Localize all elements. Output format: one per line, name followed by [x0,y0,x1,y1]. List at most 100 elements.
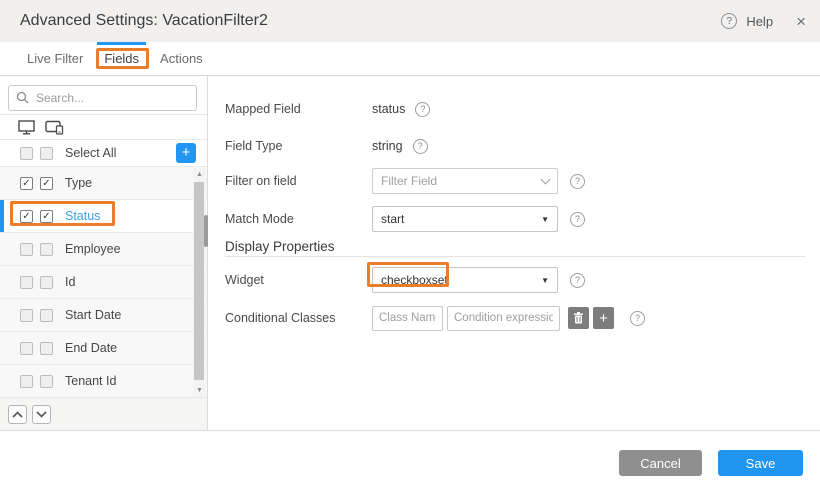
mapped-field-label: Mapped Field [225,102,372,116]
class-name-input[interactable] [372,306,443,331]
match-mode-row: Match Mode start ▼ ? [225,204,806,234]
mapped-field-value: status [372,102,405,116]
save-button[interactable]: Save [718,450,803,476]
titlebar: Advanced Settings: VacationFilter2 ? Hel… [0,0,820,42]
field-settings-panel: Mapped Field status ? Field Type string … [208,76,820,430]
field-row-label: Employee [65,242,121,256]
field-row[interactable]: Employee [0,233,207,266]
scrollbar-thumb[interactable] [194,182,204,380]
scroll-down-icon[interactable]: ▼ [193,387,206,394]
display-properties-heading: Display Properties [225,239,335,254]
filter-on-field-label: Filter on field [225,174,372,188]
sidebar-scrollbar[interactable]: ▲ ▼ [193,168,206,397]
tab-live-filter[interactable]: Live Filter [20,42,90,75]
select-all-mobile-checkbox[interactable] [40,147,53,160]
caret-down-icon: ▼ [541,215,549,224]
tabbar: Live Filter Fields Actions [0,42,820,76]
help-icon[interactable]: ? [570,174,585,189]
field-rows: Type Status Employee Id Start Date End D… [0,167,207,398]
advanced-settings-dialog: Advanced Settings: VacationFilter2 ? Hel… [0,0,820,487]
select-all-row: Select All + [0,140,207,167]
search-area [0,76,207,115]
field-type-row: Field Type string ? [225,131,806,161]
mobile-checkbox[interactable] [40,342,53,355]
field-row[interactable]: Start Date [0,299,207,332]
fields-sidebar: Select All + Type Status Employee Id Sta… [0,76,208,430]
dialog-footer: Cancel Save [0,430,820,487]
widget-select[interactable]: checkboxset ▼ [372,267,558,293]
filter-on-field-row: Filter on field Filter Field ? [225,166,806,196]
web-checkbox[interactable] [20,276,33,289]
tab-fields[interactable]: Fields [97,42,146,75]
field-row-label: Start Date [65,308,121,322]
trash-icon [573,312,584,324]
match-mode-select[interactable]: start ▼ [372,206,558,232]
select-all-web-checkbox[interactable] [20,147,33,160]
mobile-checkbox[interactable] [40,243,53,256]
help-icon[interactable]: ? [570,273,585,288]
caret-down-icon: ▼ [541,276,549,285]
select-all-label: Select All [65,146,116,160]
help-icon[interactable]: ? [630,311,645,326]
delete-condition-button[interactable] [568,307,589,329]
mobile-checkbox[interactable] [40,375,53,388]
move-field-up-button[interactable] [8,405,27,424]
field-row-label: Type [65,176,92,190]
help-icon[interactable]: ? [570,212,585,227]
web-checkbox[interactable] [20,309,33,322]
mobile-checkbox[interactable] [40,309,53,322]
web-checkbox[interactable] [20,243,33,256]
field-row-label: Id [65,275,75,289]
web-checkbox[interactable] [20,177,33,190]
field-row[interactable]: Id [0,266,207,299]
chevron-down-icon [541,174,551,184]
field-type-value: string [372,139,403,153]
active-tab-indicator [97,42,146,45]
help-icon[interactable]: ? [415,102,430,117]
search-input[interactable] [8,85,197,111]
match-mode-value: start [381,212,404,226]
mobile-tablet-icon[interactable] [45,120,64,135]
scroll-up-icon[interactable]: ▲ [193,171,206,178]
dialog-title: Advanced Settings: VacationFilter2 [20,12,721,30]
web-checkbox[interactable] [20,342,33,355]
field-type-label: Field Type [225,139,372,153]
device-toggle-row [0,115,207,140]
section-divider [225,256,806,257]
widget-value: checkboxset [381,273,448,287]
conditional-classes-row: Conditional Classes + ? [225,303,806,333]
help-link[interactable]: Help [746,14,773,29]
move-field-down-button[interactable] [32,405,51,424]
field-row[interactable]: Status [0,200,207,233]
match-mode-label: Match Mode [225,212,372,226]
field-row[interactable]: End Date [0,332,207,365]
help-icon[interactable]: ? [413,139,428,154]
tab-label: Live Filter [27,51,83,66]
field-row-label: Tenant Id [65,374,116,388]
mobile-checkbox[interactable] [40,210,53,223]
web-checkbox[interactable] [20,210,33,223]
mobile-checkbox[interactable] [40,276,53,289]
dialog-body: Select All + Type Status Employee Id Sta… [0,76,820,430]
close-icon[interactable]: × [796,13,806,30]
field-row[interactable]: Tenant Id [0,365,207,398]
web-checkbox[interactable] [20,375,33,388]
widget-label: Widget [225,273,372,287]
field-row-label: Status [65,209,100,223]
add-field-button[interactable]: + [176,143,196,163]
mapped-field-row: Mapped Field status ? [225,94,806,124]
desktop-icon[interactable] [18,120,36,135]
mobile-checkbox[interactable] [40,177,53,190]
cancel-button[interactable]: Cancel [619,450,702,476]
help-icon[interactable]: ? [721,13,737,29]
field-row[interactable]: Type [0,167,207,200]
filter-field-select[interactable]: Filter Field [372,168,558,194]
field-order-controls [0,398,207,430]
condition-expression-input[interactable] [447,306,560,331]
titlebar-actions: ? Help × [721,13,806,30]
tab-label: Actions [160,51,203,66]
main-panel-scrollbar[interactable] [204,215,208,247]
add-condition-button[interactable]: + [593,307,614,329]
tab-actions[interactable]: Actions [153,42,210,75]
search-icon [16,91,29,104]
